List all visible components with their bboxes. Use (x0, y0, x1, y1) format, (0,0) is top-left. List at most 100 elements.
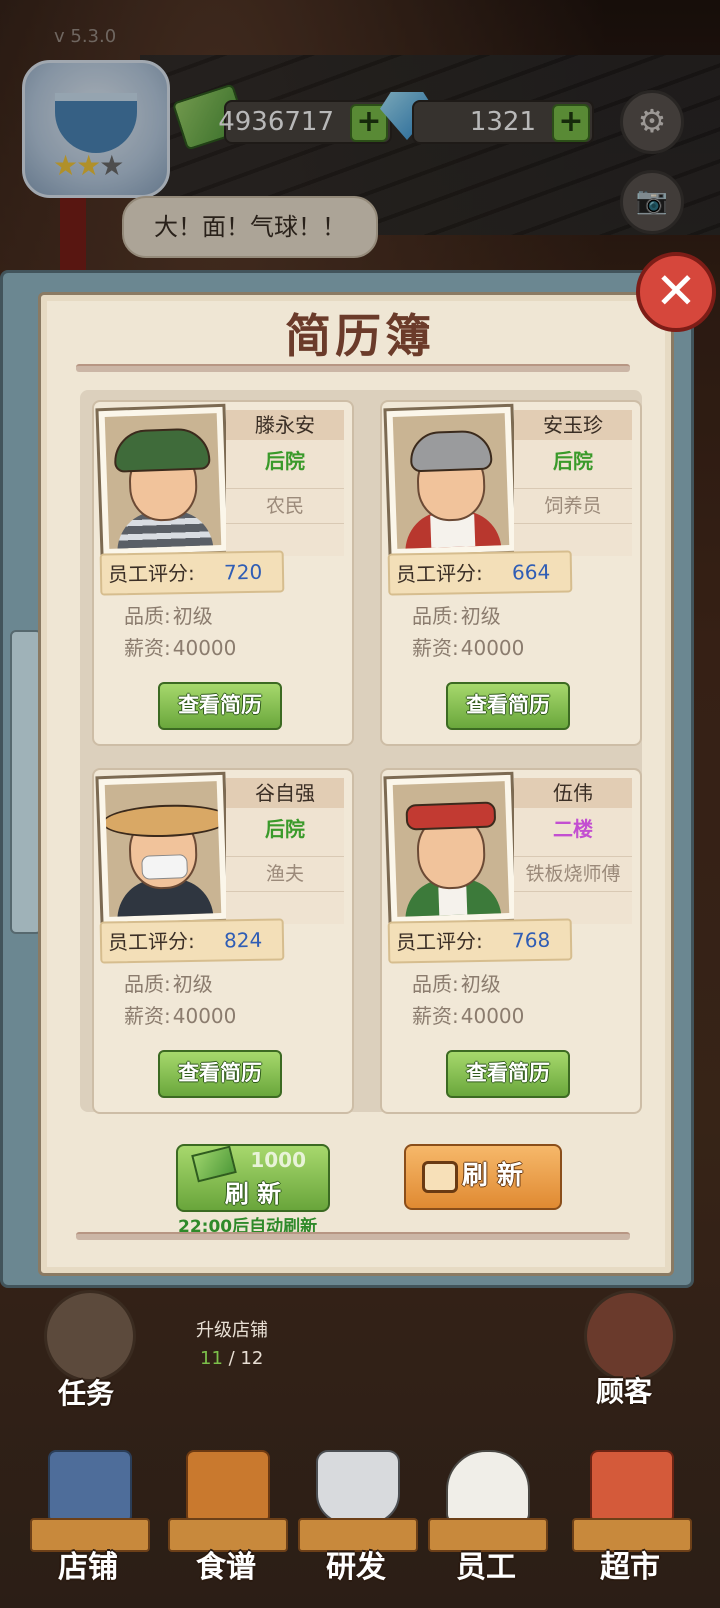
upgrade-progress: 11 / 12 (200, 1348, 263, 1369)
salary-label: 薪资: (124, 636, 171, 660)
nav-shop[interactable]: 店铺 (28, 1440, 150, 1600)
employee-location: 后院 (553, 449, 593, 473)
score-label: 员工评分: (395, 560, 483, 587)
salary-label: 薪资: (412, 636, 459, 660)
quality-label: 品质: (124, 972, 171, 996)
quality-value: 初级 (172, 604, 213, 628)
employee-info: 安玉珍 后院 饲养员 (514, 410, 632, 556)
resume-card: 滕永安 后院 农民 员工评分: 720 品质: 初级 薪资: 40000 查看简历 (92, 400, 354, 746)
refresh-cost: 1000 (250, 1148, 306, 1172)
quality-row: 品质: 初级 (124, 600, 213, 629)
nav-label: 食谱 (196, 1550, 256, 1585)
employee-score-tag: 员工评分: 824 (99, 918, 285, 964)
nav-research[interactable]: 研发 (296, 1440, 418, 1600)
close-button[interactable]: ✕ (636, 252, 716, 332)
staff-chef-icon (446, 1450, 530, 1524)
title-divider (76, 364, 630, 372)
view-resume-button[interactable]: 查看简历 (158, 1050, 282, 1098)
nav-recipes[interactable]: 食谱 (166, 1440, 288, 1600)
employee-job: 渔夫 (226, 856, 344, 892)
refresh-ad-label: 刷 新 (462, 1161, 524, 1191)
employee-score-tag: 员工评分: 664 (387, 550, 573, 596)
view-resume-button[interactable]: 查看简历 (446, 1050, 570, 1098)
salary-row: 薪资: 40000 (412, 1000, 524, 1029)
quality-label: 品质: (124, 604, 171, 628)
salary-row: 薪资: 40000 (124, 632, 236, 661)
quality-row: 品质: 初级 (412, 968, 501, 997)
nav-label: 店铺 (58, 1550, 118, 1585)
quality-label: 品质: (412, 972, 459, 996)
employee-info: 滕永安 后院 农民 (226, 410, 344, 556)
salary-label: 薪资: (412, 1004, 459, 1028)
task-clipboard-icon[interactable] (44, 1290, 136, 1382)
quality-row: 品质: 初级 (124, 968, 213, 997)
salary-row: 薪资: 40000 (124, 1000, 236, 1029)
task-label[interactable]: 任务 (58, 1372, 114, 1412)
gray-hair-icon (409, 429, 493, 473)
resume-card: 谷自强 后院 渔夫 员工评分: 824 品质: 初级 薪资: 40000 查看简历 (92, 768, 354, 1114)
salary-value: 40000 (460, 636, 525, 660)
cooking-pot-icon (316, 1450, 400, 1524)
employee-name: 伍伟 (514, 778, 632, 808)
score-value: 768 (511, 927, 551, 953)
shop-house-icon (48, 1450, 132, 1524)
green-cap-icon (113, 427, 211, 473)
red-headband-icon (405, 801, 497, 831)
employee-job: 铁板烧师傅 (514, 856, 632, 892)
nav-staff[interactable]: 员工 (426, 1440, 548, 1600)
employee-job: 农民 (226, 488, 344, 524)
view-resume-button[interactable]: 查看简历 (158, 682, 282, 730)
employee-name: 谷自强 (226, 778, 344, 808)
employee-score-tag: 员工评分: 768 (387, 918, 573, 964)
customer-label[interactable]: 顾客 (596, 1370, 652, 1410)
recipe-book-icon (186, 1450, 270, 1524)
upgrade-separator: / (222, 1348, 241, 1369)
upgrade-total: 12 (240, 1348, 264, 1369)
employee-job: 饲养员 (514, 488, 632, 524)
straw-hat-icon (104, 802, 222, 840)
nav-label: 员工 (456, 1550, 516, 1585)
white-shirt (438, 886, 468, 917)
video-ad-icon (422, 1161, 458, 1193)
face-mask (141, 854, 189, 880)
score-label: 员工评分: (107, 928, 195, 955)
refresh-with-cash-button[interactable]: 1000 刷 新 (176, 1144, 330, 1212)
quality-label: 品质: (412, 604, 459, 628)
salary-value: 40000 (460, 1004, 525, 1028)
supermarket-icon (590, 1450, 674, 1524)
nav-supermarket[interactable]: 超市 (570, 1440, 692, 1600)
employee-location: 后院 (265, 449, 305, 473)
employee-name: 滕永安 (226, 410, 344, 440)
refresh-label: 刷 新 (224, 1180, 282, 1208)
view-resume-button[interactable]: 查看简历 (446, 682, 570, 730)
nav-label: 超市 (600, 1550, 660, 1585)
employee-location: 后院 (265, 817, 305, 841)
employee-location: 二楼 (553, 817, 593, 841)
avatar (383, 771, 519, 927)
score-value: 824 (223, 927, 263, 953)
employee-info: 谷自强 后院 渔夫 (226, 778, 344, 924)
avatar (383, 403, 519, 559)
refresh-with-ad-button[interactable]: 刷 新 (404, 1144, 562, 1210)
score-label: 员工评分: (107, 560, 195, 587)
upgrade-shop-label[interactable]: 升级店铺 (196, 1316, 268, 1342)
quality-value: 初级 (460, 604, 501, 628)
resume-card: 安玉珍 后院 饲养员 员工评分: 664 品质: 初级 薪资: 40000 查看简历 (380, 400, 642, 746)
avatar (95, 403, 231, 559)
score-value: 664 (511, 559, 551, 585)
nav-label: 研发 (326, 1550, 386, 1585)
employee-info: 伍伟 二楼 铁板烧师傅 (514, 778, 632, 924)
avatar (95, 771, 231, 927)
score-label: 员工评分: (395, 928, 483, 955)
salary-row: 薪资: 40000 (412, 632, 524, 661)
customer-book-icon[interactable] (584, 1290, 676, 1382)
employee-score-tag: 员工评分: 720 (99, 550, 285, 596)
resume-card: 伍伟 二楼 铁板烧师傅 员工评分: 768 品质: 初级 薪资: 40000 查看简… (380, 768, 642, 1114)
quality-value: 初级 (460, 972, 501, 996)
upgrade-current: 11 (200, 1348, 223, 1369)
salary-label: 薪资: (124, 1004, 171, 1028)
modal-title: 简历簿 (285, 309, 435, 363)
employee-name: 安玉珍 (514, 410, 632, 440)
bottom-divider (76, 1232, 630, 1240)
quality-row: 品质: 初级 (412, 600, 501, 629)
